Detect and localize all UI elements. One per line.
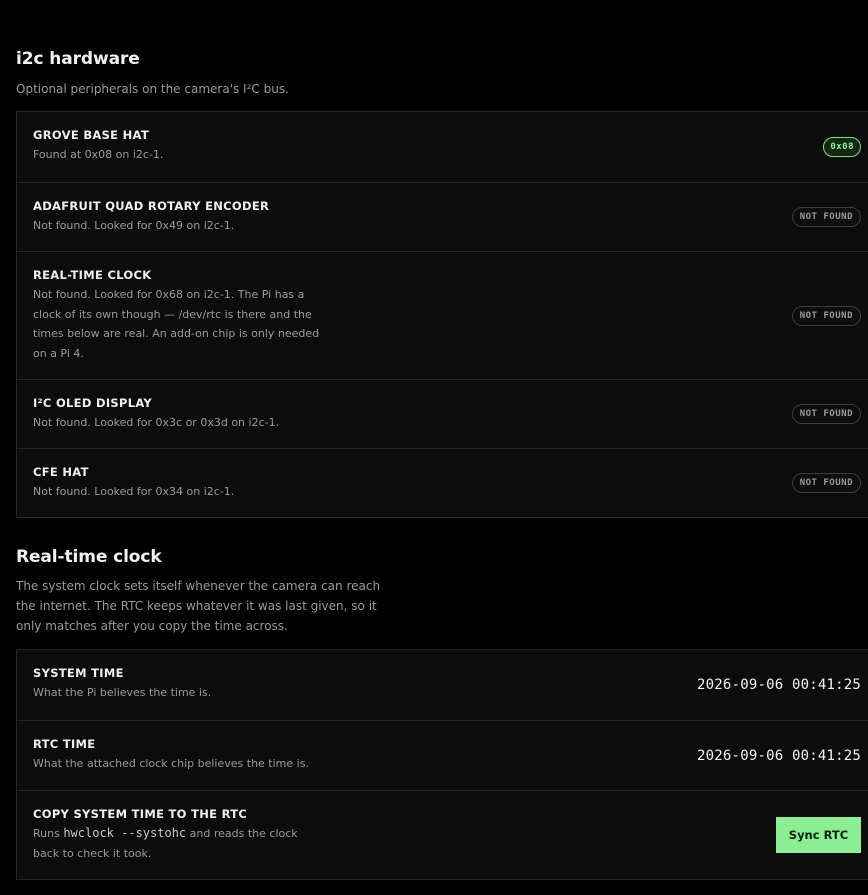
device-title: REAL-TIME CLOCK	[33, 268, 152, 282]
rtc-time-row: RTC TIME What the attached clock chip be…	[17, 720, 868, 790]
sync-rtc-button[interactable]: Sync RTC	[776, 817, 861, 853]
copy-time-title: COPY SYSTEM TIME TO THE RTC	[33, 807, 248, 821]
copy-time-row: COPY SYSTEM TIME TO THE RTC Runs hwclock…	[17, 790, 868, 879]
device-title: I²C OLED DISPLAY	[33, 396, 153, 410]
rtc-section-description: The system clock sets itself whenever th…	[16, 579, 381, 633]
device-description: Not found. Looked for 0x3c or 0x3d on i2…	[33, 416, 280, 429]
device-row-cfe-hat: CFE HAT Not found. Looked for 0x34 on i2…	[17, 448, 868, 517]
rtc-card: SYSTEM TIME What the Pi believes the tim…	[16, 649, 868, 880]
i2c-devices-card: GROVE BASE HAT Found at 0x08 on i2c-1. 0…	[16, 111, 868, 518]
device-row-grove-base-hat: GROVE BASE HAT Found at 0x08 on i2c-1. 0…	[17, 112, 868, 182]
device-title: GROVE BASE HAT	[33, 128, 150, 142]
hwclock-command: hwclock --systohc	[63, 826, 187, 840]
i2c-section-description: Optional peripherals on the camera's I²C…	[16, 82, 289, 96]
found-badge: 0x08	[823, 137, 861, 157]
not-found-badge: NOT FOUND	[791, 473, 861, 493]
rtc-section: Real-time clock The system clock sets it…	[16, 546, 396, 636]
device-title: CFE HAT	[33, 465, 89, 479]
not-found-badge: NOT FOUND	[791, 305, 861, 326]
i2c-section: i2c hardware Optional peripherals on the…	[16, 48, 289, 99]
device-description: Not found. Looked for 0x34 on i2c-1.	[33, 485, 235, 498]
device-row-oled-display: I²C OLED DISPLAY Not found. Looked for 0…	[17, 379, 868, 448]
rtc-time-description: What the attached clock chip believes th…	[33, 757, 309, 770]
device-description: Not found. Looked for 0x68 on i2c-1. The…	[33, 288, 320, 360]
device-description: Not found. Looked for 0x49 on i2c-1.	[33, 219, 235, 232]
rtc-time-value: 2026-09-06 00:41:25	[697, 747, 861, 764]
device-title: ADAFRUIT QUAD ROTARY ENCODER	[33, 199, 270, 213]
system-time-row: SYSTEM TIME What the Pi believes the tim…	[17, 650, 868, 720]
system-time-description: What the Pi believes the time is.	[33, 686, 212, 699]
device-row-rotary-encoder: ADAFRUIT QUAD ROTARY ENCODER Not found. …	[17, 182, 868, 251]
not-found-badge: NOT FOUND	[791, 404, 861, 424]
rtc-section-title: Real-time clock	[16, 547, 162, 567]
copy-desc-before: Runs	[33, 827, 64, 840]
device-description: Found at 0x08 on i2c-1.	[33, 148, 164, 161]
system-time-value: 2026-09-06 00:41:25	[697, 677, 861, 693]
not-found-badge: NOT FOUND	[791, 207, 861, 227]
device-row-real-time-clock: REAL-TIME CLOCK Not found. Looked for 0x…	[17, 251, 868, 379]
i2c-section-title: i2c hardware	[16, 49, 140, 69]
copy-time-description: Runs hwclock --systohc and reads the clo…	[33, 824, 323, 863]
